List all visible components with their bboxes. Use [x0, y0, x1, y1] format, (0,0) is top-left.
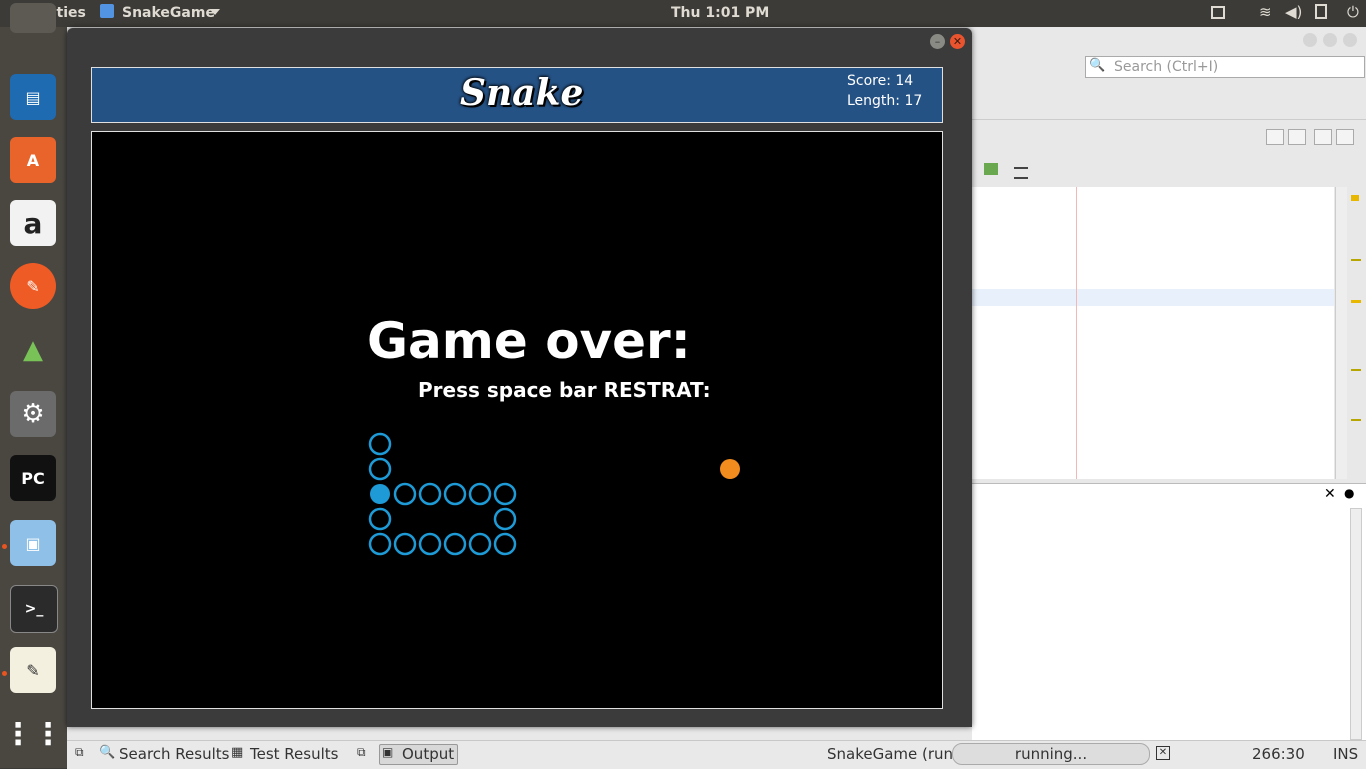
warning-marker[interactable] — [1351, 259, 1361, 261]
error-stripe — [1347, 187, 1366, 479]
history-icon[interactable] — [984, 163, 998, 175]
app-menu[interactable]: SnakeGame — [122, 5, 215, 21]
search-placeholder: Search (Ctrl+I) — [1114, 59, 1219, 75]
virtualbox-icon[interactable]: ▣ — [10, 520, 56, 566]
keyboard-menu-icon[interactable] — [1211, 6, 1225, 19]
run-task-label: SnakeGame (run) — [827, 745, 959, 763]
power-icon[interactable]: ⏻ — [1347, 3, 1359, 21]
tab-output[interactable]: ▣ Output — [379, 744, 458, 765]
tab-scroll-left-button[interactable] — [1266, 129, 1284, 145]
food — [720, 459, 740, 479]
snake-segment — [418, 482, 442, 506]
libreoffice-writer-icon[interactable]: ▤ — [10, 74, 56, 120]
test-results-icon: ▦ — [231, 745, 244, 760]
snake-segment — [368, 507, 392, 531]
running-indicator — [2, 544, 7, 549]
right-margin-line — [1076, 187, 1077, 479]
snake-segment — [393, 532, 417, 556]
battery-icon[interactable] — [1315, 4, 1327, 19]
snake-segment — [493, 482, 517, 506]
game-board[interactable]: Game over: Press space bar RESTRAT: — [91, 131, 943, 709]
snake-segment — [468, 482, 492, 506]
tab-scroll-right-button[interactable] — [1288, 129, 1306, 145]
snake-segment — [368, 432, 392, 456]
launcher-dock: ▤ A a ✎ ▲ ⚙ PC ▣ >_ ✎ ⋮⋮ — [0, 3, 67, 768]
insert-mode: INS — [1333, 745, 1359, 763]
restore-window-icon[interactable]: ⧉ — [357, 745, 366, 760]
restore-window-icon[interactable]: ⧉ — [75, 745, 84, 760]
game-header: Snake Score: 14 Length: 17 — [91, 67, 943, 123]
snake-segment — [493, 507, 517, 531]
snake-segment — [443, 532, 467, 556]
search-field[interactable]: 🔍 Search (Ctrl+I) — [1085, 56, 1365, 78]
search-icon: 🔍 — [99, 745, 116, 760]
tab-search-results[interactable]: Search Results — [119, 745, 229, 763]
snake-segment — [368, 457, 392, 481]
tab-list-button[interactable] — [1314, 129, 1332, 145]
app-menu-icon — [100, 4, 114, 18]
score-label: Score: 14 — [847, 73, 914, 89]
snake — [368, 432, 517, 556]
maximize-button[interactable] — [1323, 33, 1337, 47]
system-settings-icon[interactable]: ⚙ — [10, 391, 56, 437]
output-panel: ✕ ● — [972, 483, 1366, 742]
minimize-button[interactable]: – — [930, 34, 945, 49]
minimize-button[interactable] — [1303, 33, 1317, 47]
current-line-highlight — [972, 289, 1334, 306]
tab-test-results[interactable]: Test Results — [250, 745, 338, 763]
output-label: Output — [402, 745, 455, 763]
warning-marker[interactable] — [1351, 195, 1359, 201]
text-editor-icon[interactable]: ✎ — [10, 647, 56, 693]
caret-position: 266:30 — [1252, 745, 1305, 763]
close-icon[interactable]: ✕ — [1324, 486, 1336, 502]
volume-icon[interactable]: ◀) — [1285, 3, 1302, 21]
maximize-editor-button[interactable] — [1336, 129, 1354, 145]
ide-statusbar: ⧉ 🔍 Search Results ▦ Test Results ⧉ ▣ Ou… — [67, 740, 1366, 769]
output-icon: ▣ — [382, 745, 394, 759]
minimize-panel-icon[interactable]: ● — [1344, 486, 1354, 500]
snake-segment — [443, 482, 467, 506]
editor-toolbar — [972, 159, 1342, 179]
game-title: Snake — [460, 72, 584, 114]
show-apps-icon[interactable]: ⋮⋮ — [3, 711, 63, 757]
snake-canvas — [368, 432, 740, 556]
close-button[interactable]: ✕ — [950, 34, 965, 49]
length-label: Length: 17 — [847, 93, 923, 109]
output-scrollbar[interactable] — [1350, 508, 1362, 740]
close-button[interactable] — [1343, 33, 1357, 47]
postman-icon[interactable]: ✎ — [10, 263, 56, 309]
warning-marker[interactable] — [1351, 300, 1361, 303]
search-icon: 🔍 — [1089, 58, 1106, 73]
warning-marker[interactable] — [1351, 419, 1361, 421]
android-studio-icon[interactable]: ▲ — [10, 327, 56, 373]
stop-task-icon[interactable]: ✕ — [1156, 746, 1170, 760]
progress-text: running... — [1014, 745, 1088, 763]
amazon-icon[interactable]: a — [10, 200, 56, 246]
running-indicator — [2, 671, 7, 676]
ide-window-controls — [1303, 33, 1361, 49]
files-icon[interactable] — [10, 3, 56, 33]
code-editor[interactable] — [972, 187, 1334, 479]
editor-tabbar — [972, 87, 1366, 145]
warning-marker[interactable] — [1351, 369, 1361, 371]
clock[interactable]: Thu 1:01 PM — [671, 5, 769, 21]
snake-segment — [368, 532, 392, 556]
wifi-icon[interactable]: ≋ — [1259, 3, 1272, 21]
snake-segment — [418, 532, 442, 556]
chevron-down-icon — [210, 9, 220, 15]
ubuntu-software-icon[interactable]: A — [10, 137, 56, 183]
snake-segment — [493, 532, 517, 556]
pycharm-icon[interactable]: PC — [10, 455, 56, 501]
terminal-icon[interactable]: >_ — [10, 585, 58, 633]
format-icon[interactable] — [1014, 167, 1028, 179]
top-panel: Activities SnakeGame Thu 1:01 PM ≋ ◀) ⏻ — [0, 0, 1366, 27]
snake-segment — [393, 482, 417, 506]
run-progress-bar: running... — [952, 743, 1150, 765]
snake-head — [370, 484, 390, 504]
snake-segment — [468, 532, 492, 556]
